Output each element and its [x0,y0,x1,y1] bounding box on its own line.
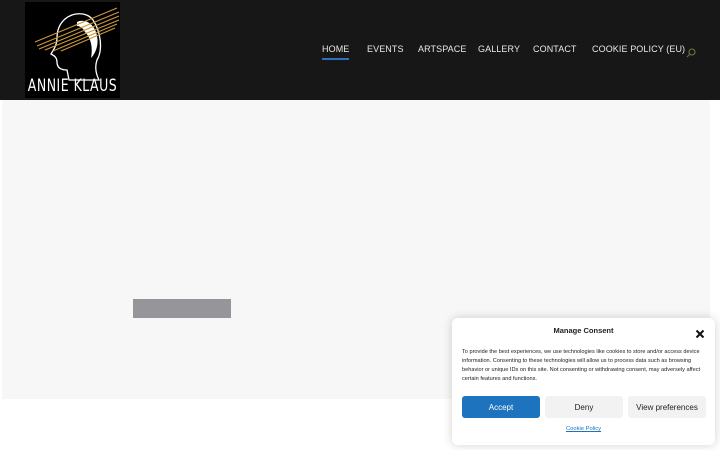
search-icon[interactable] [686,45,696,58]
nav-events[interactable]: EVENTS [367,44,404,54]
nav-gallery[interactable]: GALLERY [478,44,520,54]
site-logo[interactable]: ANNIE KLAUS [25,2,120,98]
nav-home[interactable]: HOME [322,44,350,60]
nav-cookie-policy[interactable]: COOKIE POLICY (EU) [592,44,685,54]
site-header: ANNIE KLAUS HOME EVENTS ARTSPACE GALLERY… [0,0,720,100]
cookie-consent-dialog: Manage Consent To provide the best exper… [452,318,715,445]
logo-text: ANNIE KLAUS [27,74,118,95]
deny-button[interactable]: Deny [545,396,623,418]
view-preferences-button[interactable]: View preferences [628,396,706,418]
consent-message: To provide the best experiences, we use … [462,349,701,382]
loading-placeholder [133,299,231,318]
nav-artspace[interactable]: ARTSPACE [418,44,466,54]
close-icon[interactable] [695,326,705,339]
cookie-policy-link[interactable]: Cookie Policy [452,426,715,432]
accept-button[interactable]: Accept [462,396,540,418]
nav-contact[interactable]: CONTACT [533,44,577,54]
consent-title: Manage Consent [553,326,614,335]
